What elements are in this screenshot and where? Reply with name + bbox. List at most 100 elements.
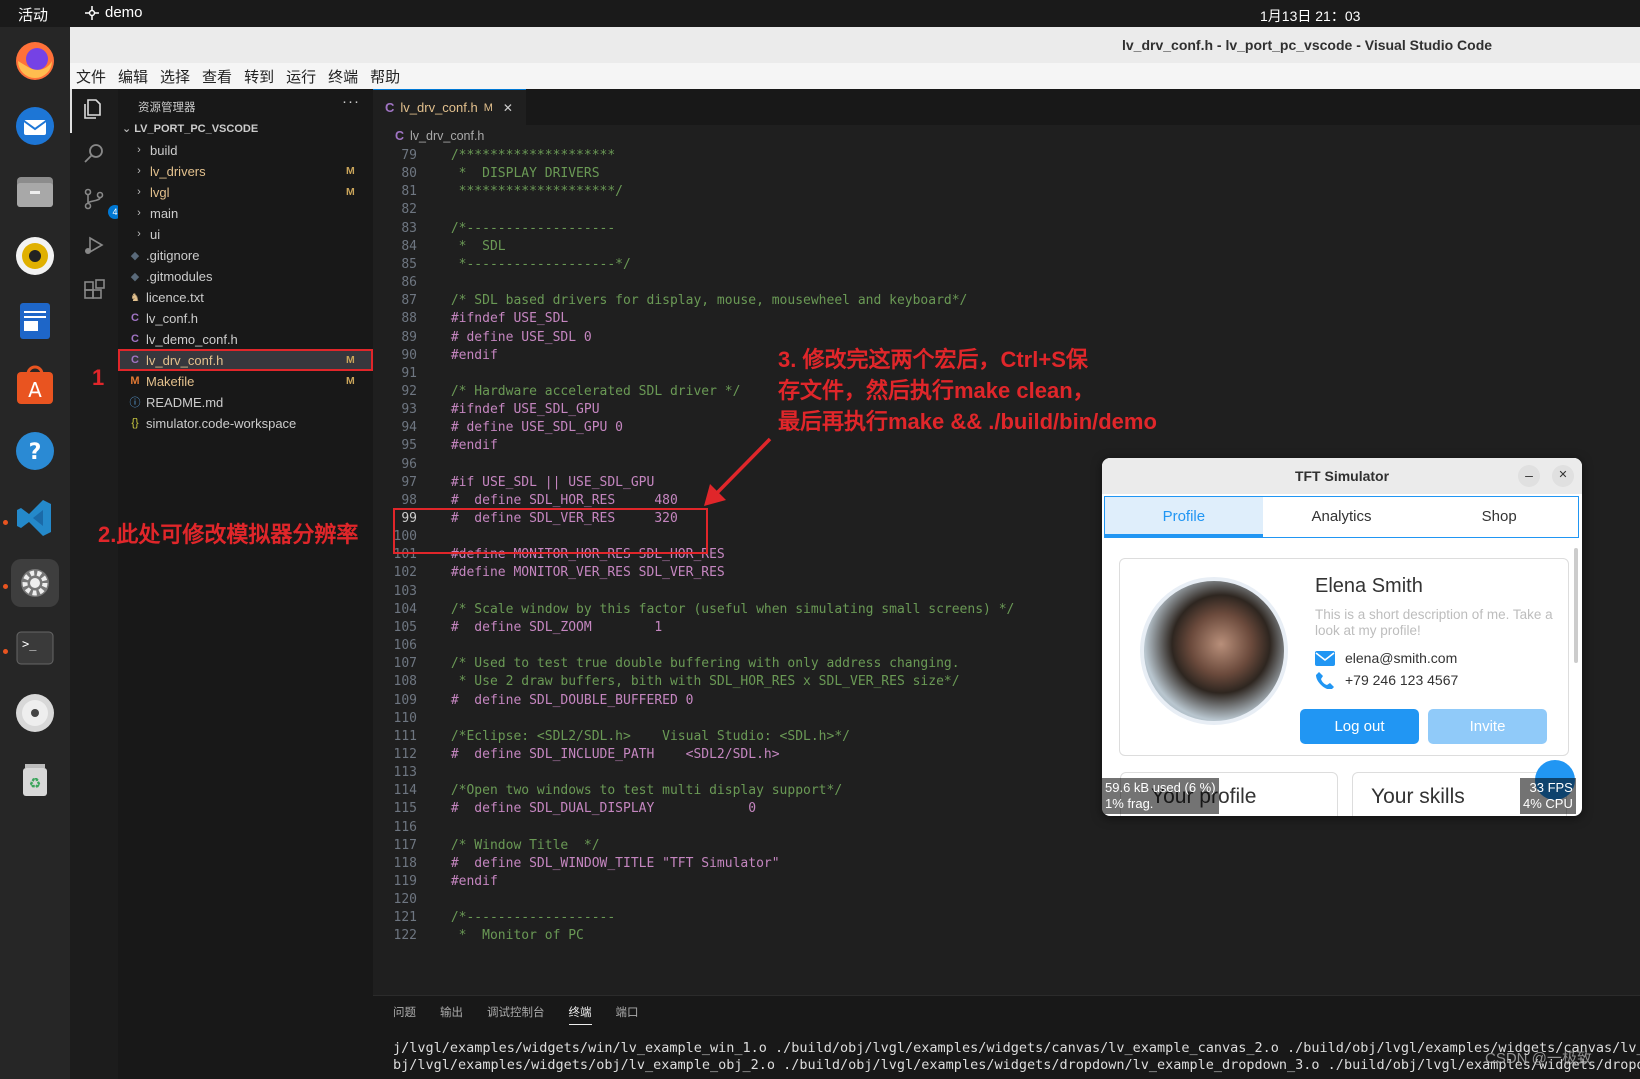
tree-folder[interactable]: › ui [118, 223, 373, 245]
profile-description: This is a short description of me. Take … [1315, 607, 1553, 638]
disc-icon[interactable] [11, 689, 59, 737]
panel-tab[interactable]: 端口 [616, 1004, 639, 1025]
menu-file[interactable]: 文件 [76, 66, 106, 87]
line-number: 109 [393, 692, 417, 708]
tree-label: simulator.code-workspace [146, 415, 297, 431]
code-line: 83 /*------------------- [373, 221, 1640, 240]
tree-file[interactable]: ⓘ README.md [118, 391, 373, 413]
thunderbird-icon[interactable] [11, 102, 59, 150]
tree-label: lv_conf.h [146, 310, 199, 326]
tree-file[interactable]: M Makefile M [118, 370, 373, 392]
c-file-icon: C [131, 354, 139, 366]
line-number: 97 [401, 474, 417, 490]
vscode-icon[interactable] [11, 494, 59, 542]
rhythmbox-icon[interactable] [11, 232, 59, 280]
tree-file[interactable]: Clv_conf.h [118, 307, 373, 329]
top-bar: 活动 demo 1月13日 21：03 [0, 0, 1640, 27]
breadcrumb[interactable]: C lv_drv_conf.h [395, 129, 484, 143]
profile-phone: +79 246 123 4567 [1345, 672, 1459, 688]
svg-text:♻: ♻ [29, 776, 42, 792]
tree-folder[interactable]: › main [118, 202, 373, 224]
menu-go[interactable]: 转到 [244, 66, 274, 87]
sim-titlebar[interactable]: TFT Simulator [1102, 458, 1582, 494]
tree-file[interactable]: ◆ .gitmodules [118, 265, 373, 287]
search-icon[interactable] [82, 141, 106, 165]
profile-name: Elena Smith [1315, 575, 1423, 597]
firefox-icon[interactable] [11, 37, 59, 85]
line-number: 106 [393, 638, 417, 654]
terminal-icon[interactable]: >_ [11, 624, 59, 672]
tree-folder[interactable]: › build [118, 139, 373, 161]
menu-view[interactable]: 查看 [202, 66, 232, 87]
annotation-step-1: 1 [92, 365, 105, 390]
sim-scrollbar[interactable] [1574, 548, 1578, 663]
panel-tab[interactable]: 问题 [393, 1004, 416, 1025]
line-number: 112 [393, 746, 417, 762]
settings-icon[interactable] [11, 559, 59, 607]
activities-button[interactable]: 活动 [18, 4, 48, 25]
workspace-root[interactable]: ⌄ LV_PORT_PC_VSCODE [122, 122, 258, 135]
code-line: 119 #endif [373, 874, 1640, 893]
avatar [1140, 577, 1288, 725]
terminal-output[interactable]: j/lvgl/examples/widgets/win/lv_example_w… [393, 1040, 1640, 1074]
menu-run[interactable]: 运行 [286, 66, 316, 87]
tab-profile[interactable]: Profile [1105, 497, 1263, 537]
help-icon[interactable]: ? [11, 427, 59, 475]
explorer-icon[interactable] [82, 97, 106, 121]
md-file-icon: ⓘ [129, 397, 141, 409]
tree-file[interactable]: ◆ .gitignore [118, 244, 373, 266]
phone-row: +79 246 123 4567 [1315, 671, 1458, 689]
app-center-icon[interactable]: A [11, 362, 59, 410]
clock[interactable]: 1月13日 21：03 [1260, 6, 1360, 26]
code-text: /*Eclipse: <SDL2/SDL.h> Visual Studio: <… [443, 728, 850, 744]
code-text: #if USE_SDL || USE_SDL_GPU [443, 474, 655, 490]
menu-edit[interactable]: 编辑 [118, 66, 148, 87]
minimize-icon[interactable]: – [1518, 465, 1540, 487]
sim-tabview: Profile Analytics Shop [1104, 496, 1579, 538]
panel-tab[interactable]: 输出 [440, 1004, 463, 1025]
close-icon[interactable]: ✕ [1552, 465, 1574, 487]
code-line: 86 [373, 275, 1640, 294]
menu-help[interactable]: 帮助 [370, 66, 400, 87]
files-icon[interactable] [11, 167, 59, 215]
trash-icon[interactable]: ♻ [11, 754, 59, 802]
chevron-right-icon: › [137, 186, 141, 198]
close-icon[interactable]: ✕ [503, 101, 513, 115]
tree-label: Makefile [146, 373, 195, 389]
tab-lv-drv-conf[interactable]: C lv_drv_conf.h M ✕ [373, 89, 526, 125]
tree-folder[interactable]: › lvgl M [118, 181, 373, 203]
tree-file[interactable]: Clv_drv_conf.h M [118, 349, 373, 371]
cpu-readout: 4% CPU [1523, 796, 1573, 811]
invite-button[interactable]: Invite [1428, 709, 1547, 744]
tab-analytics[interactable]: Analytics [1263, 497, 1421, 537]
code-line: 121 /*------------------- [373, 910, 1640, 929]
explorer-sidebar: 资源管理器 ··· ⌄ LV_PORT_PC_VSCODE › build › lv_… [118, 89, 373, 1079]
menu-selection[interactable]: 选择 [160, 66, 190, 87]
extensions-icon[interactable] [82, 279, 106, 303]
code-text: /*Open two windows to test multi display… [443, 783, 843, 799]
logout-button[interactable]: Log out [1300, 709, 1419, 744]
tree-label: build [150, 142, 178, 158]
panel-tab[interactable]: 调试控制台 [487, 1004, 545, 1025]
tree-file[interactable]: ♞ licence.txt [118, 286, 373, 308]
app-menu[interactable]: demo [84, 4, 143, 21]
json-file-icon: {} [131, 417, 139, 429]
c-file-icon: C [385, 100, 395, 115]
explorer-more-button[interactable]: ··· [342, 93, 360, 110]
tree-file[interactable]: Clv_demo_conf.h [118, 328, 373, 350]
active-indicator [70, 89, 72, 133]
tree-folder[interactable]: › lv_drivers M [118, 160, 373, 182]
window-titlebar[interactable]: lv_drv_conf.h - lv_port_pc_vscode - Visu… [70, 27, 1640, 63]
code-text: ********************/ [443, 184, 624, 200]
code-text: * Use 2 draw buffers, bith with SDL_HOR_… [443, 674, 960, 690]
menu-terminal[interactable]: 终端 [328, 66, 358, 87]
writer-icon[interactable] [11, 297, 59, 345]
tab-shop[interactable]: Shop [1420, 497, 1578, 537]
tree-label: lv_demo_conf.h [146, 331, 238, 347]
code-line: 120 [373, 892, 1640, 911]
code-line: 117 /* Window Title */ [373, 838, 1640, 857]
run-debug-icon[interactable] [82, 233, 106, 257]
source-control-icon[interactable]: 4 [82, 187, 122, 219]
tree-file[interactable]: {} simulator.code-workspace [118, 412, 373, 434]
panel-tab[interactable]: 终端 [568, 1004, 592, 1025]
